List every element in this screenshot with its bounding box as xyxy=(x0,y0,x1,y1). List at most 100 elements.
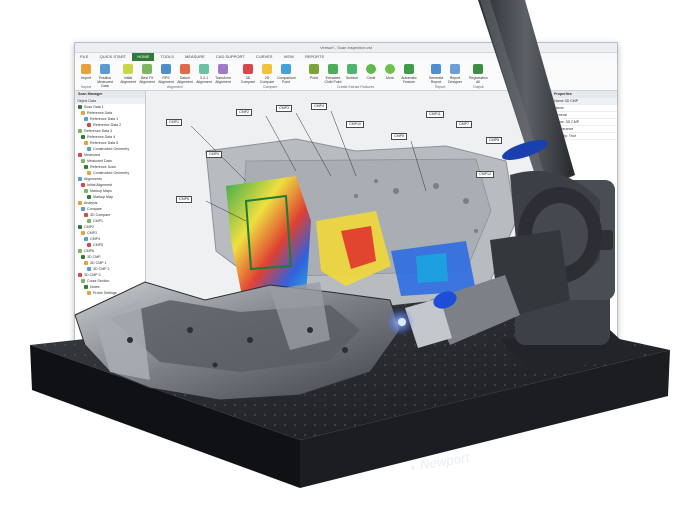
callout-label[interactable]: CMP11 xyxy=(426,111,444,118)
properties-header: Properties xyxy=(551,91,617,98)
callout-label[interactable]: CMP7 xyxy=(456,121,472,128)
menu-curves[interactable]: CURVES xyxy=(251,53,278,61)
auto-feature-button[interactable]: Automatic Feature xyxy=(400,64,418,86)
menu-file[interactable]: FILE xyxy=(75,53,93,61)
tree-item-icon xyxy=(81,135,85,140)
menu-quick-start[interactable]: QUICK START xyxy=(95,53,132,61)
prop-row: General xyxy=(551,112,617,119)
tree-item-icon xyxy=(87,267,91,272)
initial-alignment-button[interactable]: Initial Alignment xyxy=(119,64,137,86)
menu-bar: FILE QUICK START HOME TOOLS MEASURE CAD … xyxy=(75,53,617,61)
surface-button[interactable]: Surface xyxy=(343,64,361,86)
callout-label[interactable]: CMP5 xyxy=(391,133,407,140)
surface-icon xyxy=(347,64,357,74)
comparison-point-icon xyxy=(281,64,291,74)
2d-compare-button[interactable]: 2D Compare xyxy=(258,64,276,86)
tree-item-icon xyxy=(78,225,82,230)
import-icon xyxy=(81,64,91,74)
callout-label[interactable]: CMP3 xyxy=(276,105,292,112)
import-button[interactable]: Import xyxy=(77,64,95,86)
tree-item-icon xyxy=(81,279,85,284)
point-icon xyxy=(309,64,319,74)
software-window: Verisurf - Scan Inspection.vsf FILE QUIC… xyxy=(74,42,618,344)
tree-item-icon xyxy=(84,117,88,122)
ribbon-group-compare: Compare xyxy=(263,85,278,89)
tree-item-icon xyxy=(84,213,88,218)
3d-compare-button[interactable]: 3D Compare xyxy=(239,64,257,86)
auto-feature-icon xyxy=(404,64,414,74)
ribbon-toolbar: Import Position Measured Data Initial Al… xyxy=(75,61,617,91)
tree-item-icon xyxy=(78,201,82,206)
rps-alignment-button[interactable]: RPS Alignment xyxy=(157,64,175,86)
tree-item-icon xyxy=(87,219,91,224)
callout-label[interactable]: CMP8 xyxy=(486,137,502,144)
circle-button[interactable]: Circle xyxy=(362,64,380,86)
tree-item-icon xyxy=(81,231,85,236)
prop-row[interactable]: Name: 3D CMP xyxy=(551,119,617,126)
menu-view[interactable]: VIEW xyxy=(279,53,299,61)
tree-item-icon xyxy=(81,159,85,164)
window-title: Verisurf - Scan Inspection.vsf xyxy=(75,43,617,53)
tree-item-icon xyxy=(87,147,91,152)
menu-cad-support[interactable]: CAD SUPPORT xyxy=(211,53,250,61)
ribbon-group-alignment: Alignment xyxy=(167,85,183,89)
321-icon xyxy=(199,64,209,74)
report-designer-button[interactable]: Report Designer xyxy=(446,64,464,86)
menu-home[interactable]: HOME xyxy=(132,53,155,61)
tree-item-icon xyxy=(81,111,85,116)
callout-label[interactable]: CMP10 xyxy=(346,121,364,128)
callout-label[interactable]: CMP6 xyxy=(176,196,192,203)
best-fit-icon xyxy=(142,64,152,74)
tree-item-icon xyxy=(78,153,82,158)
callout-label[interactable]: CMP9 xyxy=(206,151,222,158)
ribbon-group-import: Import xyxy=(81,85,91,89)
registration-button[interactable]: Registration All xyxy=(469,64,488,86)
point-button[interactable]: Point xyxy=(305,64,323,86)
properties-subheader: Name 3D CMP xyxy=(551,98,617,105)
circle-icon xyxy=(366,64,376,74)
callout-label[interactable]: CMP2 xyxy=(236,109,252,116)
menu-measure[interactable]: MEASURE xyxy=(180,53,210,61)
best-fit-button[interactable]: Best Fit Alignment xyxy=(138,64,156,86)
tree-item[interactable]: Probe Settings xyxy=(75,290,145,296)
menu-tools[interactable]: TOOLS xyxy=(155,53,179,61)
extracted-point-icon xyxy=(328,64,338,74)
transform-alignment-button[interactable]: Transform Alignment xyxy=(214,64,232,86)
datum-alignment-button[interactable]: Datum Alignment xyxy=(176,64,194,86)
alignment-icon xyxy=(123,64,133,74)
generate-report-button[interactable]: Generate Report xyxy=(427,64,445,86)
extracted-point-button[interactable]: Extracted Child Point xyxy=(324,64,342,86)
position-measured-button[interactable]: Position Measured Data xyxy=(96,64,114,88)
tree-item-icon xyxy=(84,261,88,266)
callout-label[interactable]: CMP1 xyxy=(166,119,182,126)
comparison-point-button[interactable]: Comparison Point xyxy=(277,64,296,86)
menu-reports[interactable]: REPORTS xyxy=(300,53,329,61)
panel-header: Scan Manager xyxy=(75,91,145,98)
tree-item-icon xyxy=(78,105,82,110)
ribbon-group-report: Report xyxy=(435,85,446,89)
tree-item-icon xyxy=(81,207,85,212)
prop-row: Appearance xyxy=(551,126,617,133)
prop-row[interactable]: Visibility: True xyxy=(551,133,617,140)
more-button[interactable]: More xyxy=(381,64,399,86)
scan-manager-panel: Scan Manager Object Data Scan Data 1 Refe… xyxy=(75,91,146,343)
3d-viewport[interactable]: CMP1 CMP2 CMP3 CMP4 CMP5 CMP6 CMP7 CMP8 CMP9 CMP1… xyxy=(146,91,549,343)
properties-panel: Properties Name 3D CMP Name General Name… xyxy=(550,91,617,343)
ribbon-group-output: Output xyxy=(473,85,484,89)
logo-mark-icon: ◐ xyxy=(409,461,419,474)
tree-item-icon xyxy=(87,291,91,296)
transform-icon xyxy=(218,64,228,74)
tree-item-icon xyxy=(84,165,88,170)
tree-item-icon xyxy=(78,249,82,254)
callout-label[interactable]: CMP4 xyxy=(311,103,327,110)
tree-list: Scan Data 1 Reference Data Reference Data … xyxy=(75,104,145,296)
more-icon xyxy=(385,64,395,74)
3d-compare-icon xyxy=(243,64,253,74)
tree-item-icon xyxy=(84,141,88,146)
tree-item-icon xyxy=(81,255,85,260)
tree-item-icon xyxy=(87,123,91,128)
report-icon xyxy=(431,64,441,74)
position-icon xyxy=(100,64,110,74)
321-alignment-button[interactable]: 3-2-1 Alignment xyxy=(195,64,213,86)
callout-label[interactable]: CMP12 xyxy=(476,171,494,178)
